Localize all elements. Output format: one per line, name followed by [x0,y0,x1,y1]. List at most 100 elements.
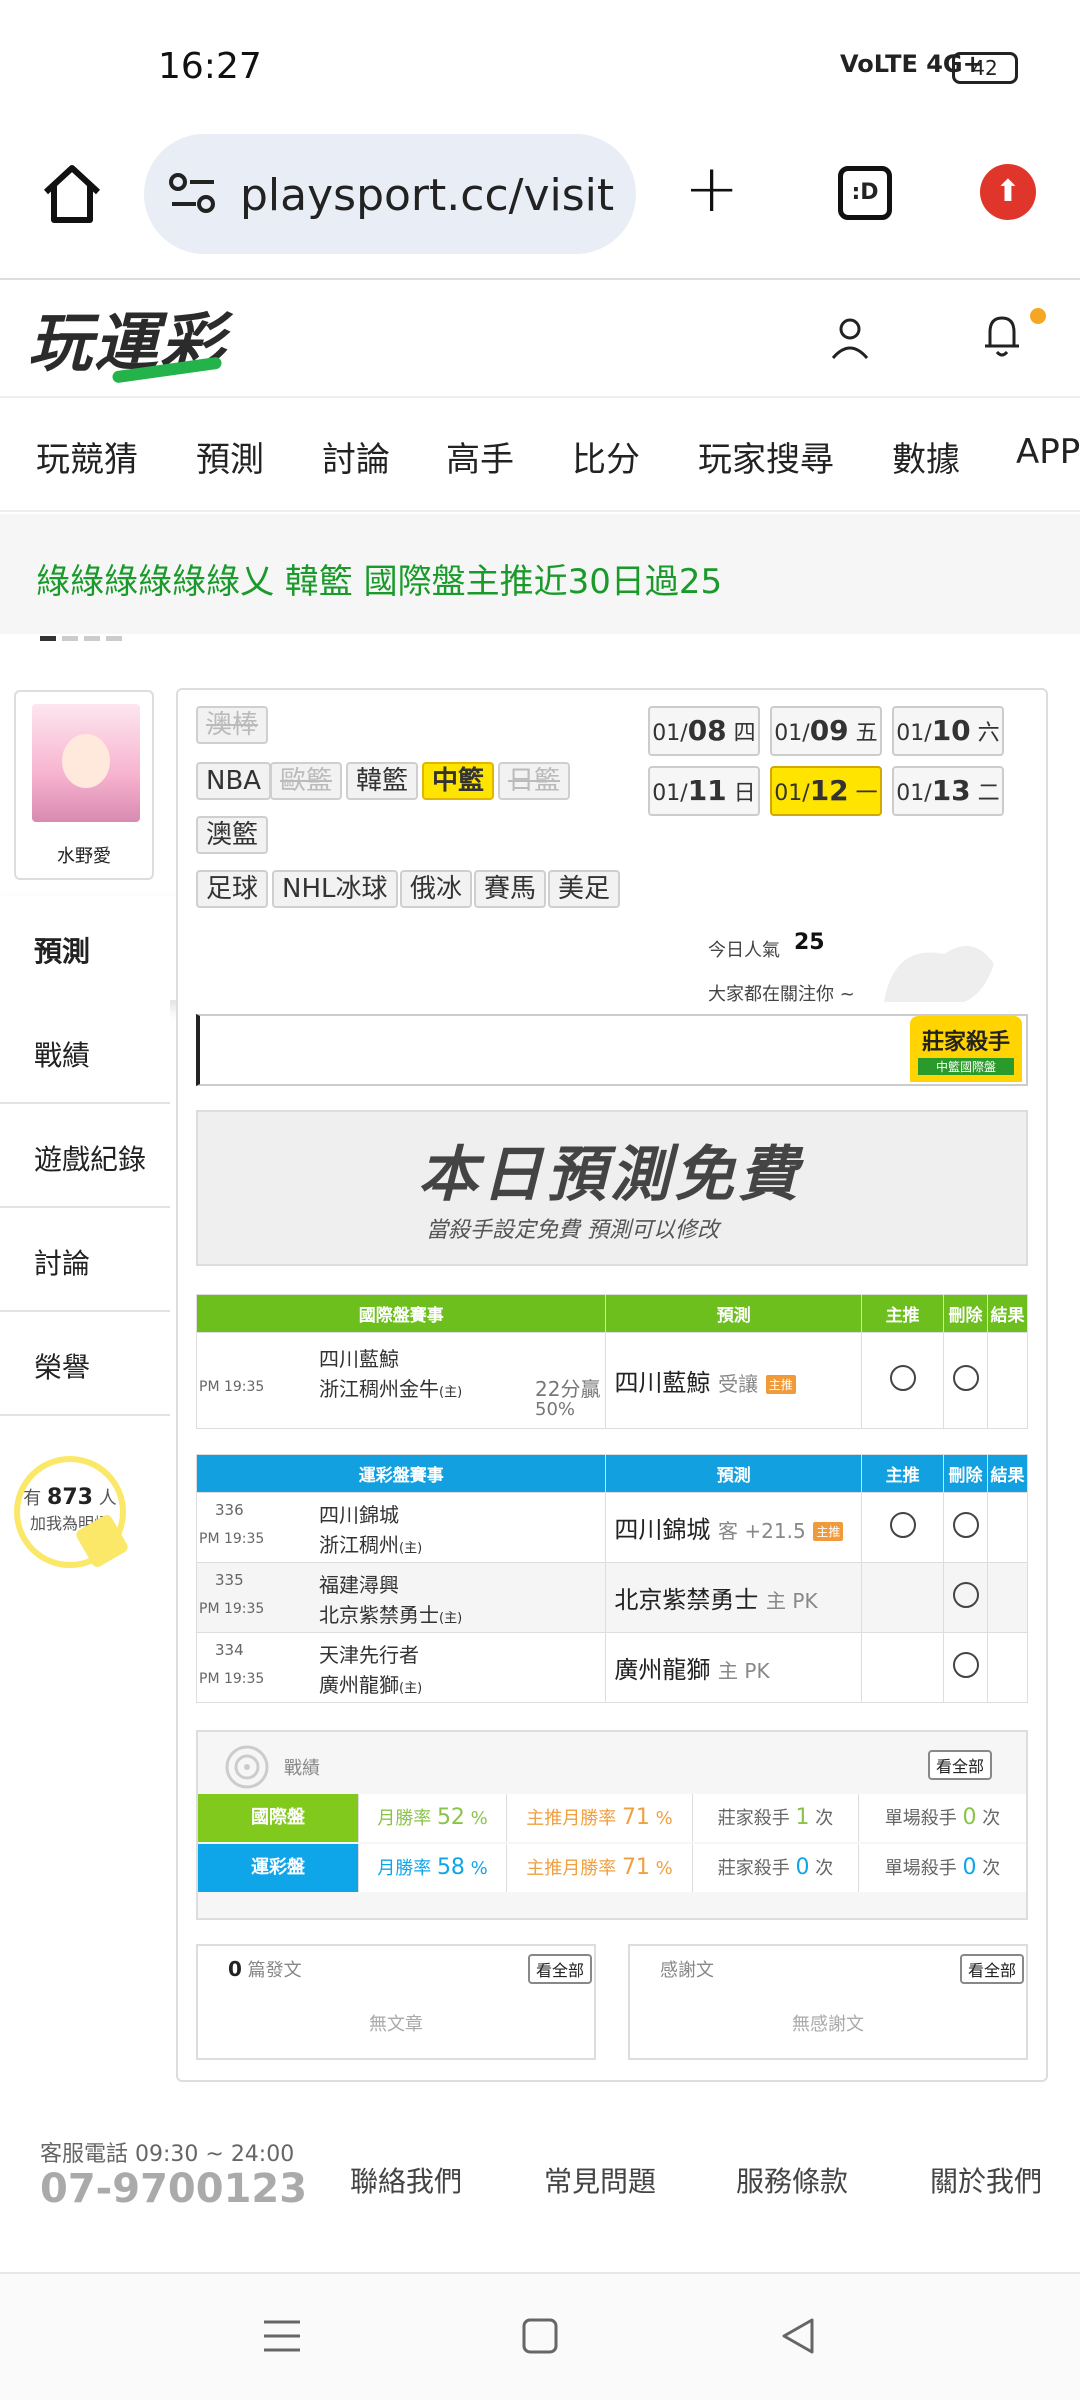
home-team: 廣州龍獅(主) [319,1673,423,1697]
nav-item-experts[interactable]: 高手 [446,432,514,481]
ticker-pager[interactable] [40,626,128,645]
delete-radio[interactable] [952,1581,979,1608]
record-row-intl: 國際盤 月勝率 52 % 主推月勝率 71 % 莊家殺手 1 次 單場殺手 0 … [198,1794,1026,1842]
record-cell: 月勝率 52 % [358,1794,506,1842]
away-team: 四川藍鯨 [319,1347,399,1371]
record-row-label: 運彩盤 [198,1844,358,1892]
thanks-view-all-button[interactable]: 看全部 [960,1954,1025,1984]
sport-tag-korea-basketball[interactable]: 韓籃 [346,762,419,800]
sport-tag-nba[interactable]: NBA [196,762,272,800]
footer-link-about[interactable]: 關於我們 [930,2160,1042,2200]
nav-item-app[interactable]: APP [1016,432,1080,472]
lottery-header-pred: 預測 [605,1454,863,1493]
spread-line: 22分贏 [535,1377,601,1401]
nav-item-scores[interactable]: 比分 [572,432,640,481]
footer-link-faq[interactable]: 常見問題 [544,2160,656,2200]
nav-item-forum[interactable]: 討論 [322,432,390,481]
sport-tag-american-football[interactable]: 美足 [548,870,621,908]
footer-link-terms[interactable]: 服務條款 [736,2160,848,2200]
menu-icon[interactable] [262,2316,302,2356]
away-team: 福建潯興 [319,1573,399,1597]
date-button[interactable]: 01/10 六 [892,706,1004,756]
main-pick-badge: 主推 [765,1374,796,1394]
date-button[interactable]: 01/09 五 [770,706,882,756]
date-button[interactable]: 01/11 日 [648,766,760,816]
away-team: 四川錦城 [319,1503,399,1527]
news-ticker[interactable]: 綠綠綠綠綠綠乂 韓籃 國際盤主推近30日過25 [0,514,1080,641]
bell-icon[interactable] [982,312,1022,358]
sidebar-item-honor[interactable]: 榮譽 [0,1312,170,1416]
sport-tag-horse-racing[interactable]: 賽馬 [474,870,547,908]
game-time: PM 19:35 [199,1531,265,1547]
popularity-label: 今日人氣 [708,940,780,961]
site-header: 玩運彩 [0,282,1080,398]
delete-radio[interactable] [952,1364,979,1391]
thanks-empty: 無感謝文 [792,2014,864,2035]
nav-item-search[interactable]: 玩家搜尋 [698,432,834,481]
sidebar-item-game-log[interactable]: 遊戲紀錄 [0,1104,170,1208]
prediction-panel: 澳棒 NBA 歐籃 韓籃 中籃 日籃 澳籃 足球 NHL冰球 俄冰 賽馬 美足 … [176,688,1048,2082]
sport-tag-aus-basketball[interactable]: 澳籃 [196,816,269,854]
browser-toolbar: playsport.cc/visit + :D ⬆ [0,130,1080,280]
record-cell: 主推月勝率 71 % [506,1794,692,1842]
system-navigation-bar [0,2272,1080,2400]
date-button[interactable]: 01/13 二 [892,766,1004,816]
sidebar-item-forum[interactable]: 討論 [0,1208,170,1312]
tabs-switcher-icon[interactable]: :D [838,166,892,220]
nav-item-guess[interactable]: 玩競猜 [36,432,138,481]
lottery-header-delete: 刪除 [943,1454,988,1493]
update-arrow-icon[interactable]: ⬆ [980,164,1036,220]
home-icon[interactable] [38,160,106,228]
service-hours: 客服電話 09:30 ~ 24:00 [40,2142,295,2167]
new-tab-icon[interactable]: + [684,150,739,227]
footer-link-contact[interactable]: 聯絡我們 [350,2160,462,2200]
main-nav: 玩競猜 預測 討論 高手 比分 玩家搜尋 數據 APP [0,398,1080,512]
sidebar-item-record[interactable]: 戰績 [0,1000,170,1104]
lottery-header-result: 結果 [987,1454,1028,1493]
profile-name: 水野愛 [57,846,111,867]
record-panel: 戰績 看全部 國際盤 月勝率 52 % 主推月勝率 71 % 莊家殺手 1 次 … [196,1730,1028,1920]
record-cell: 莊家殺手 1 次 [692,1794,858,1842]
free-banner-sub: 當殺手設定免費 預測可以修改 [426,1218,719,1243]
back-icon[interactable] [778,2316,818,2356]
date-button-selected[interactable]: 01/12 一 [770,766,882,816]
nav-item-data[interactable]: 數據 [892,432,960,481]
site-logo[interactable]: 玩運彩 [28,292,226,384]
sport-tag-china-basketball[interactable]: 中籃 [422,762,495,800]
home-team: 浙江稠州(主) [319,1533,423,1557]
delete-radio[interactable] [952,1511,979,1538]
intl-header-result: 結果 [987,1294,1028,1333]
home-square-icon[interactable] [520,2316,560,2356]
main-pick-radio[interactable] [889,1511,916,1538]
delete-radio[interactable] [952,1651,979,1678]
date-button[interactable]: 01/08 四 [648,706,760,756]
sport-tag-nhl[interactable]: NHL冰球 [272,870,398,908]
sport-tag-soccer[interactable]: 足球 [196,870,269,908]
table-row: 336 PM 19:35 四川錦城 浙江稠州(主) 四川錦城 客 +21.5 主… [195,1492,1028,1563]
table-row: 334 PM 19:35 天津先行者 廣州龍獅(主) 廣州龍獅 主 PK [195,1632,1028,1703]
user-icon[interactable] [830,316,870,360]
killer-strip: 莊家殺手 中籃國際盤 [196,1014,1028,1086]
game-number: 336 [215,1501,244,1519]
record-view-all-button[interactable]: 看全部 [928,1750,993,1780]
pick-team: 北京紫禁勇士 [614,1586,759,1614]
lottery-header-main: 主推 [861,1454,945,1493]
record-row-label: 國際盤 [198,1794,358,1842]
nav-item-predict[interactable]: 預測 [196,432,264,481]
posts-view-all-button[interactable]: 看全部 [528,1954,593,1984]
intl-header-game: 國際盤賽事 [195,1294,607,1333]
service-phone[interactable]: 07-9700123 [40,2166,307,2212]
avatar[interactable]: 水野愛 [14,690,154,880]
sport-tag-russia-hockey[interactable]: 俄冰 [400,870,473,908]
address-bar[interactable]: playsport.cc/visit [144,134,636,254]
game-number: 335 [215,1571,244,1589]
posts-empty: 無文章 [369,2014,423,2035]
free-banner-title: 本日預測免費 [418,1140,802,1210]
thanks-label: 感謝文 [660,1960,714,1981]
mascot-icon [884,946,994,1002]
site-settings-icon[interactable] [168,172,218,216]
record-cell: 單場殺手 0 次 [858,1844,1026,1892]
table-row: 335 PM 19:35 福建潯興 北京紫禁勇士(主) 北京紫禁勇士 主 PK [195,1562,1028,1633]
main-pick-radio[interactable] [889,1364,916,1391]
pick-team: 廣州龍獅 [614,1656,711,1684]
